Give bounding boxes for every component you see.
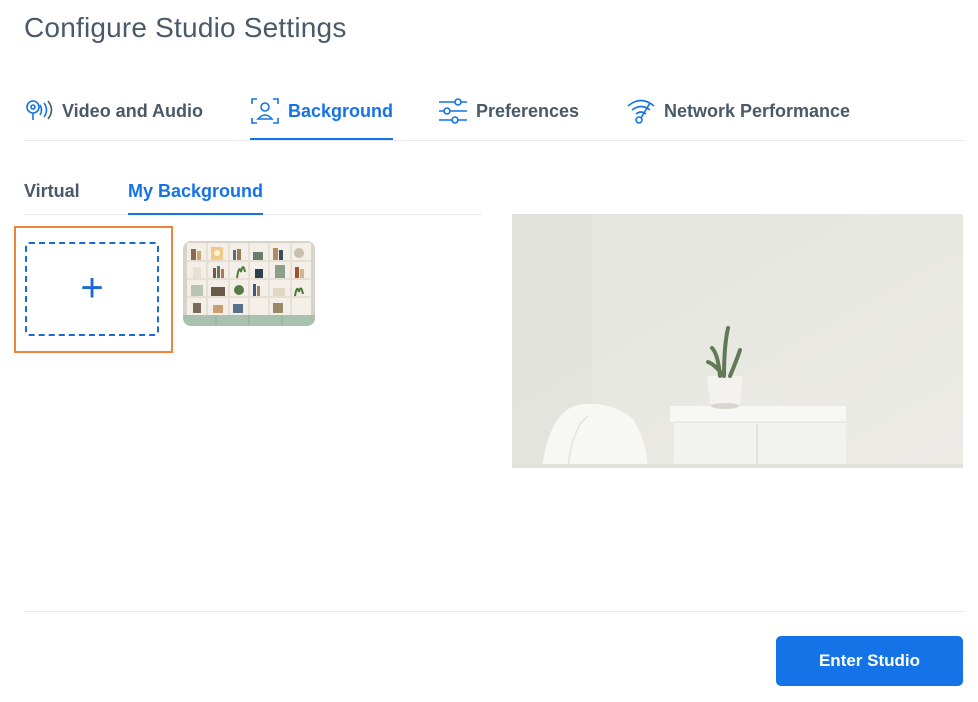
upload-focus-highlight: + — [14, 226, 173, 353]
sliders-icon — [438, 96, 468, 126]
main-tab-bar: Video and Audio Background Preferences N… — [24, 96, 964, 141]
room-preview-image — [512, 214, 963, 468]
bookshelf-background-thumbnail[interactable] — [183, 241, 315, 326]
footer-divider — [24, 611, 964, 612]
background-preview — [512, 214, 963, 468]
tab-label: Background — [288, 101, 394, 121]
tab-network-performance[interactable]: Network Performance — [626, 96, 850, 141]
background-person-icon — [250, 96, 280, 126]
plus-icon: + — [80, 266, 104, 310]
video-audio-icon — [24, 96, 54, 126]
tab-my-background[interactable]: My Background — [128, 172, 264, 215]
tab-background[interactable]: Background — [250, 96, 394, 140]
background-sub-tab-bar: Virtual My Background — [24, 172, 482, 215]
tab-preferences[interactable]: Preferences — [438, 96, 579, 141]
bookshelf-image — [183, 241, 315, 326]
enter-studio-button[interactable]: Enter Studio — [776, 636, 963, 686]
tab-label: Network Performance — [664, 101, 851, 121]
tab-virtual[interactable]: Virtual — [24, 172, 80, 214]
tab-video-and-audio[interactable]: Video and Audio — [24, 96, 203, 141]
page-title: Configure Studio Settings — [24, 12, 347, 43]
add-background-button[interactable]: + — [25, 242, 159, 336]
wifi-speed-icon — [626, 96, 656, 126]
tab-label: Preferences — [476, 101, 580, 121]
tab-label: Video and Audio — [62, 101, 204, 121]
